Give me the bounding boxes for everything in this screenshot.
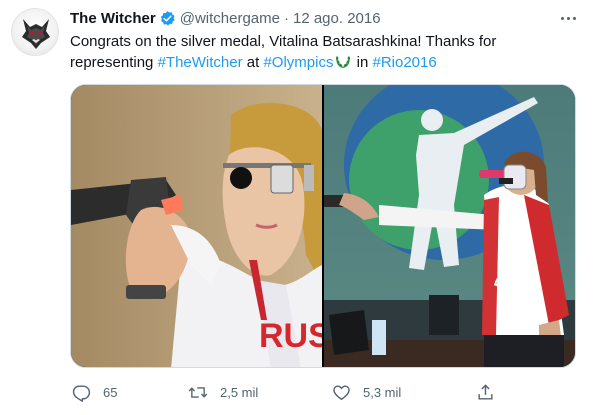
reply-button[interactable]: 65 [72,376,117,408]
reply-icon [72,384,91,402]
like-count: 5,3 mil [363,384,402,400]
author-handle[interactable]: @witchergame [180,10,280,27]
share-icon [478,383,493,400]
hashtag-link[interactable]: #TheWitcher [158,54,243,71]
author-name[interactable]: The Witcher [70,10,156,27]
retweet-button[interactable]: 2,5 mil [188,376,258,408]
like-icon [333,384,350,400]
tweet-text: Congrats on the silver medal, Vitalina B… [70,32,570,73]
reply-count: 65 [103,384,118,400]
jersey-text: RUS [259,317,322,355]
hashtag-link[interactable]: #Olympics [263,54,333,71]
media-grid: RUS [70,84,576,368]
hashtag-link[interactable]: #Rio2016 [372,54,436,71]
photo-athlete-aiming[interactable]: РОССИЯ [324,85,575,367]
photo-athlete-closeup[interactable]: RUS [71,85,322,367]
more-options-icon[interactable] [556,8,580,28]
tweet-date[interactable]: 12 ago. 2016 [293,10,381,27]
separator-dot: · [283,9,289,27]
retweet-icon [188,386,208,398]
retweet-count: 2,5 mil [220,384,259,400]
tweet-text-part: in [352,54,373,71]
wolf-medallion-icon [22,19,50,49]
share-button[interactable] [476,376,495,408]
olympic-laurel-icon [334,52,352,70]
avatar[interactable] [11,8,59,56]
tweet-actions: 65 2,5 mil 5,3 mil [70,376,576,408]
tweet-text-part: at [242,54,264,71]
tweet-card[interactable]: The Witcher @witchergame · 12 ago. 2016 … [0,0,596,415]
verified-badge-icon [159,10,176,27]
tweet-header: The Witcher @witchergame · 12 ago. 2016 [70,8,381,28]
like-button[interactable]: 5,3 mil [332,376,401,408]
